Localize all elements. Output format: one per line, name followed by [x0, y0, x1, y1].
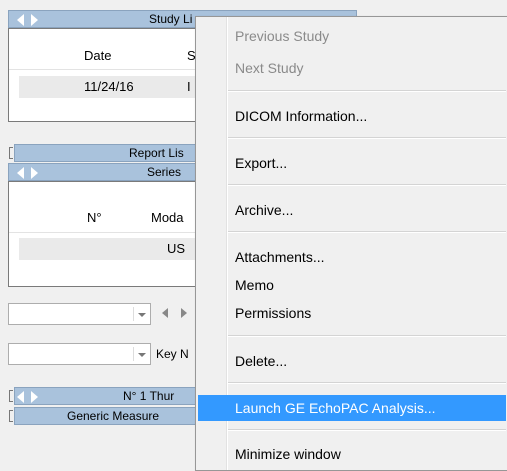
series-nav-arrows[interactable]	[17, 167, 43, 179]
generic-measure-header[interactable]: Generic Measure	[14, 407, 198, 425]
collapse-bracket[interactable]	[9, 390, 13, 402]
menu-separator	[228, 137, 506, 139]
row-second-cell: I	[187, 79, 191, 94]
collapse-bracket[interactable]	[9, 410, 13, 422]
chevron-down-icon[interactable]	[138, 353, 146, 357]
previous-arrow-icon[interactable]	[17, 14, 24, 26]
menu-separator	[228, 184, 506, 186]
menu-separator	[228, 429, 506, 431]
study-list-table[interactable]: Date S 11/24/16 I	[8, 28, 199, 122]
menu-item-next-study: Next Study	[198, 55, 506, 81]
thumbnails-title: N° 1 Thur	[123, 389, 175, 403]
menu-item-minimize-window[interactable]: Minimize window	[198, 441, 506, 467]
menu-item-label: Launch GE EchoPAC Analysis...	[235, 400, 436, 416]
row-modality: US	[167, 241, 186, 256]
menu-item-label: DICOM Information...	[235, 108, 368, 124]
menu-item-previous-study: Previous Study	[198, 23, 506, 49]
series-title: Series	[147, 165, 182, 179]
menu-separator	[228, 231, 506, 233]
menu-item-memo[interactable]: Memo	[198, 272, 506, 298]
menu-item-label: Next Study	[235, 60, 304, 76]
previous-arrow-icon[interactable]	[17, 391, 24, 403]
previous-image-icon[interactable]	[162, 308, 168, 318]
menu-item-launch-echopac[interactable]: Launch GE EchoPAC Analysis...	[198, 395, 506, 421]
study-nav-arrows[interactable]	[17, 14, 43, 26]
generic-measure-title: Generic Measure	[67, 409, 160, 423]
series-table[interactable]: N° Moda US	[8, 181, 199, 287]
report-list-header[interactable]: Report Lis	[14, 144, 198, 162]
report-list-title: Report Lis	[129, 146, 184, 160]
table-row[interactable]: US	[19, 238, 197, 260]
thumbnails-header: N° 1 Thur	[14, 387, 198, 405]
menu-item-label: Permissions	[235, 305, 312, 321]
header-divider	[9, 69, 199, 70]
previous-arrow-icon[interactable]	[17, 167, 24, 179]
menu-item-label: Delete...	[235, 353, 288, 369]
header-divider	[9, 232, 199, 233]
menu-item-label: Memo	[235, 277, 274, 293]
row-date: 11/24/16	[84, 79, 134, 94]
next-arrow-icon[interactable]	[31, 14, 38, 26]
menu-item-delete[interactable]: Delete...	[198, 348, 506, 374]
series-header: Series	[8, 163, 198, 181]
column-header-modality[interactable]: Moda	[151, 210, 184, 225]
menu-separator	[228, 382, 506, 384]
divider	[133, 307, 134, 321]
menu-item-label: Archive...	[235, 202, 294, 218]
menu-separator	[228, 90, 506, 92]
divider	[133, 347, 134, 361]
chevron-down-icon[interactable]	[138, 313, 146, 317]
collapse-bracket[interactable]	[9, 147, 13, 159]
menu-item-attachments[interactable]: Attachments...	[198, 244, 506, 270]
thumbnail-nav-arrows[interactable]	[17, 391, 43, 403]
menu-item-label: Attachments...	[235, 249, 325, 265]
next-arrow-icon[interactable]	[31, 391, 38, 403]
key-label: Key N	[156, 347, 189, 361]
menu-item-export[interactable]: Export...	[198, 150, 506, 176]
column-header-number[interactable]: N°	[87, 210, 102, 225]
menu-item-permissions[interactable]: Permissions	[198, 300, 506, 326]
study-list-title: Study Li	[149, 12, 193, 26]
table-row[interactable]: 11/24/16 I	[19, 76, 197, 98]
menu-item-archive[interactable]: Archive...	[198, 197, 506, 223]
menu-item-label: Minimize window	[235, 446, 341, 462]
series-select[interactable]	[8, 303, 151, 325]
key-select[interactable]	[8, 343, 151, 365]
menu-item-dicom-information[interactable]: DICOM Information...	[198, 103, 506, 129]
next-image-icon[interactable]	[181, 308, 187, 318]
menu-separator	[228, 335, 506, 337]
column-header-date[interactable]: Date	[84, 48, 111, 63]
next-arrow-icon[interactable]	[31, 167, 38, 179]
context-menu: Previous Study Next Study DICOM Informat…	[195, 16, 507, 471]
menu-item-label: Previous Study	[235, 28, 330, 44]
menu-item-label: Export...	[235, 155, 288, 171]
